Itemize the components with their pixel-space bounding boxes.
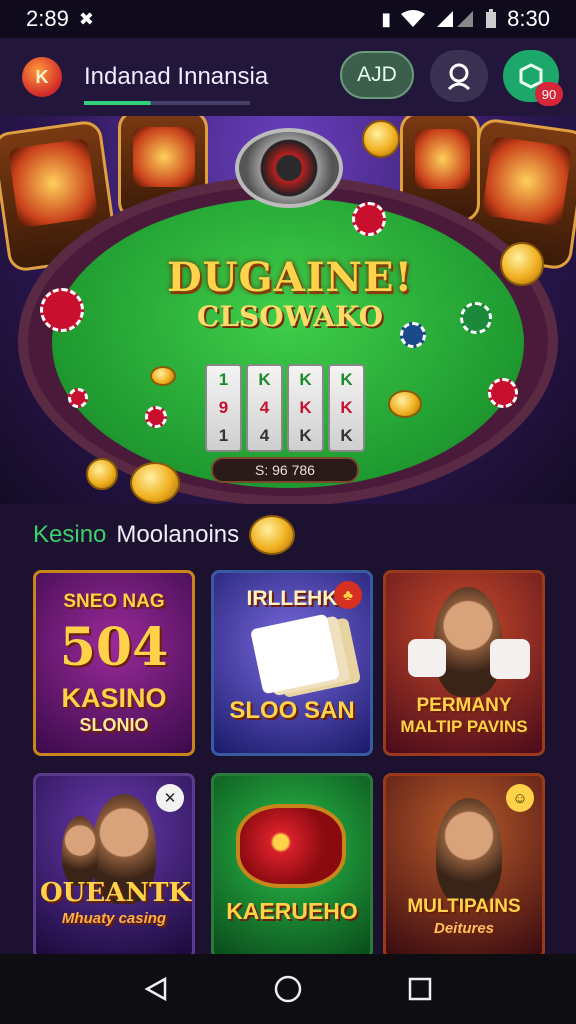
suit-badge-icon: ♣: [334, 581, 362, 609]
chip-icon: [488, 378, 518, 408]
section-header: Kesino Moolanoins: [33, 515, 296, 555]
chip-icon: [400, 322, 426, 348]
host-portrait: [62, 816, 98, 886]
system-nav-bar: [0, 954, 576, 1024]
coin-icon: [388, 390, 422, 418]
wheel-machine-icon: [236, 804, 346, 888]
hero-banner[interactable]: DUGAINE! CLSOWAKO 191 K44 KKK KKK S: 96 …: [0, 116, 576, 504]
playing-cards-icon: [249, 613, 341, 695]
hero-subtitle: CLSOWAKO: [197, 300, 383, 333]
coin-icon: [249, 515, 296, 555]
card-top-label: SNEO NAG: [63, 591, 165, 612]
recents-square-icon: [408, 977, 432, 1001]
reel: KKK: [287, 364, 324, 452]
vibrate-icon: ▮: [381, 9, 392, 29]
coin-icon: [86, 458, 118, 490]
dice-icon: [408, 639, 446, 677]
game-card-kaerueho[interactable]: KAERUEHO: [211, 773, 373, 959]
app-title: Indanad Innansia: [84, 63, 269, 105]
hero-title: DUGAINE!: [166, 254, 414, 301]
card-title: KASINO: [61, 683, 167, 713]
game-card-oueantk[interactable]: ✕ OUEANTK Mhuaty casing: [33, 773, 195, 959]
card-subtitle: SLONIO: [79, 715, 149, 735]
aid-label: AJD: [357, 63, 397, 86]
status-time: 2:89: [26, 6, 69, 31]
card-title: KAERUEHO: [226, 898, 358, 924]
host-portrait: [436, 798, 502, 906]
chip-icon: [145, 406, 167, 428]
card-title: SLOO SAN: [229, 697, 355, 724]
home-button[interactable]: [268, 969, 308, 1009]
card-top-label: PERMANY: [416, 695, 512, 716]
aid-button[interactable]: AJD: [340, 51, 414, 99]
card-subtitle: Mhuaty casing: [61, 910, 167, 927]
app-bar: K Indanad Innansia AJD 90: [0, 38, 576, 116]
reel: K44: [246, 364, 283, 452]
section-title-accent: Kesino: [33, 521, 107, 548]
search-user-icon: [447, 63, 471, 91]
signal-icon: [437, 11, 474, 27]
notification-badge: 90: [535, 82, 563, 106]
reel: KKK: [328, 364, 365, 452]
game-card-multipains[interactable]: ☺ MULTIPAINS Deitures: [383, 773, 545, 959]
card-subtitle: Deitures: [433, 920, 495, 937]
game-grid: SNEO NAG 504 KASINO SLONIO IRLLEHK ♣ SLO…: [33, 570, 545, 959]
coin-icon: [130, 462, 180, 504]
home-circle-icon: [274, 975, 302, 1003]
smile-badge-icon: ☺: [506, 784, 534, 812]
reel: 191: [205, 364, 242, 452]
logo-letter: K: [35, 66, 49, 87]
coin-icon: [362, 120, 400, 158]
coin-icon: [150, 366, 176, 386]
dice-icon: [490, 639, 530, 679]
jackpot-counter: S: 96 786: [211, 457, 359, 483]
shuffle-icon: ✖: [78, 9, 94, 29]
chip-icon: [68, 388, 88, 408]
game-card-kasino[interactable]: SNEO NAG 504 KASINO SLONIO: [33, 570, 195, 756]
card-title: MALTIP PAVINS: [400, 717, 528, 736]
chip-icon: [352, 202, 386, 236]
game-card-cards[interactable]: IRLLEHK ♣ SLOO SAN: [211, 570, 373, 756]
card-title: OUEANTK: [40, 878, 192, 908]
search-button[interactable]: [430, 50, 488, 102]
chip-icon: [40, 288, 84, 332]
app-logo[interactable]: K: [22, 57, 62, 97]
status-bar: 2:89 ✖ ▮ 8:30: [0, 0, 576, 38]
card-title: MULTIPAINS: [407, 896, 521, 917]
tools-icon: ✕: [156, 784, 184, 812]
back-triangle-icon: [144, 976, 167, 1002]
status-time-right: 8:30: [507, 6, 550, 31]
battery-icon: [486, 9, 497, 28]
chip-icon: [460, 302, 492, 334]
game-card-multi[interactable]: PERMANY MALTIP PAVINS: [383, 570, 545, 756]
card-big-number: 504: [59, 617, 169, 678]
slot-reels: 191 K44 KKK KKK: [205, 364, 365, 452]
section-title: Moolanoins: [116, 521, 240, 548]
coin-icon: [500, 242, 544, 286]
back-button[interactable]: [136, 969, 176, 1009]
wifi-icon: [401, 10, 426, 27]
roulette-wheel-icon: [235, 128, 343, 208]
recents-button[interactable]: [400, 969, 440, 1009]
